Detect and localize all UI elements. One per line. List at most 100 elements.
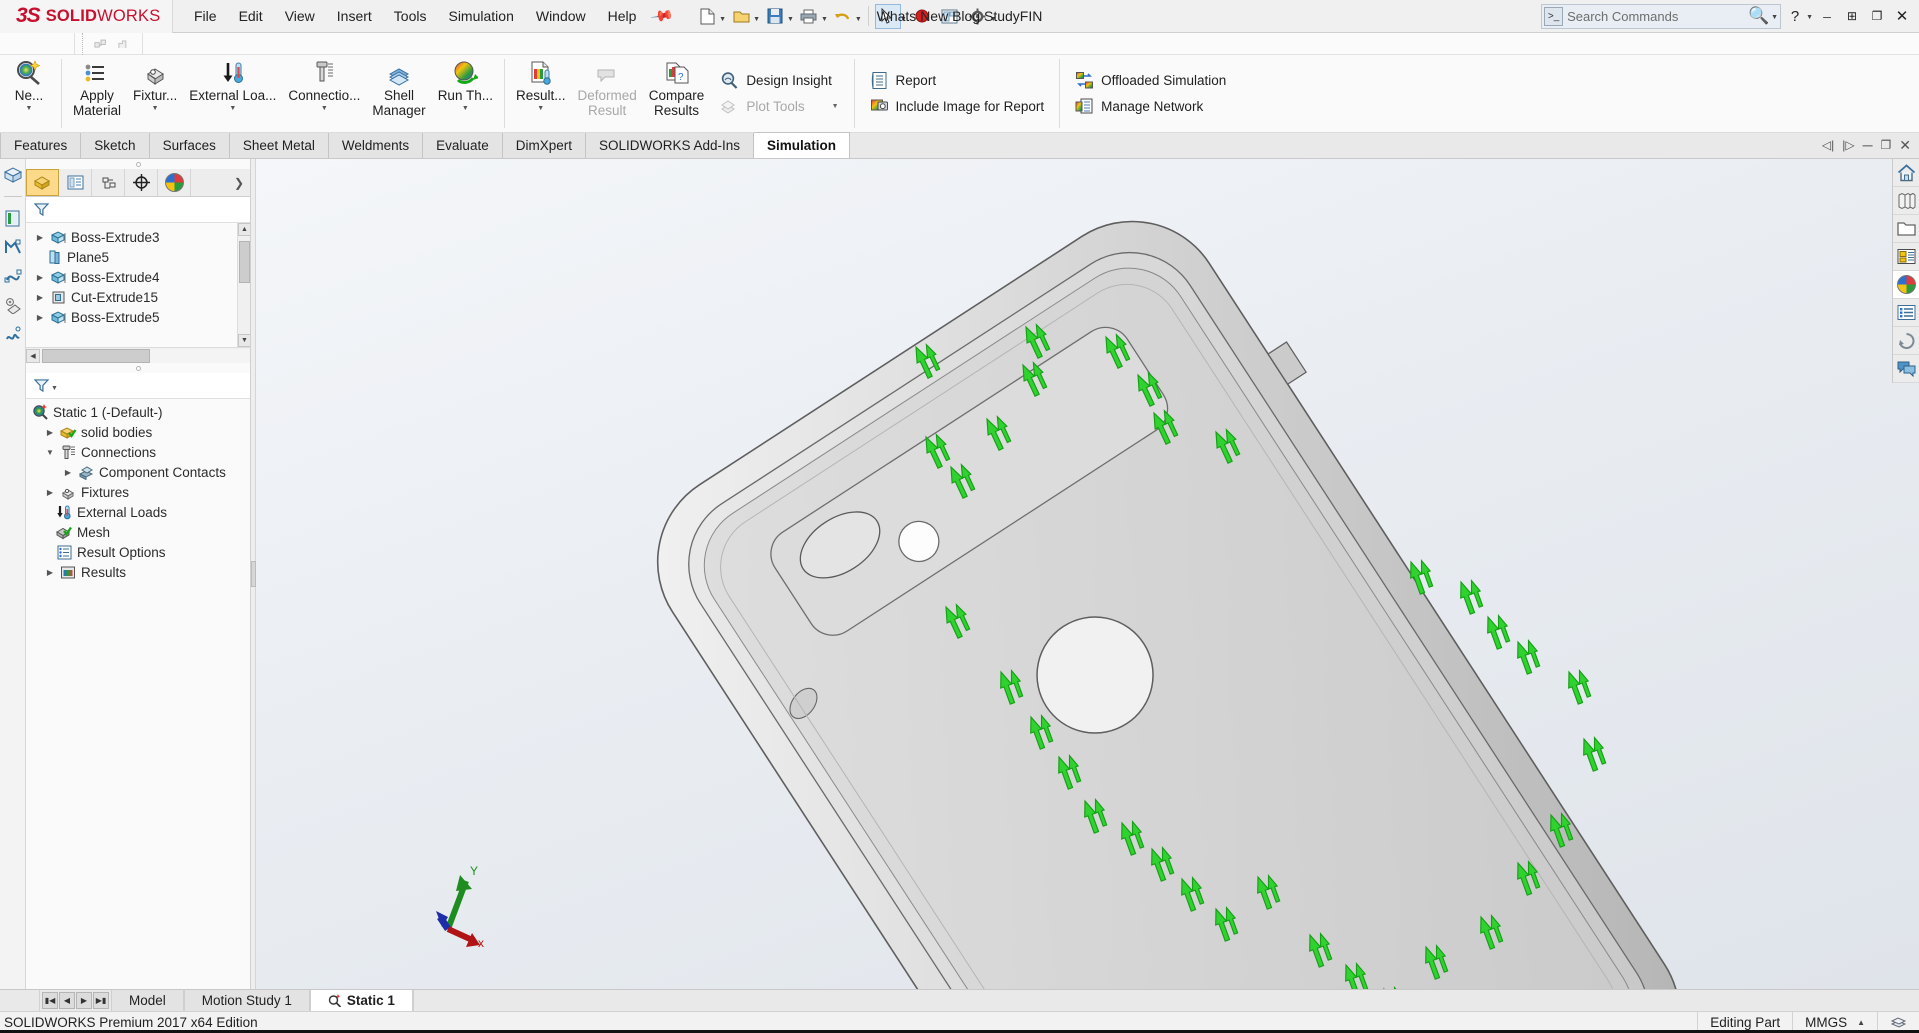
expand-arrow-icon[interactable]: ▶ [62,468,74,477]
graphics-area[interactable]: ▼ ▼ ▼ ▼ ▼ [256,159,1919,989]
results-advisor-caret[interactable]: ▼ [537,105,544,112]
fixtures-caret[interactable]: ▼ [152,105,159,112]
tree-item-component-contacts[interactable]: ▶ Component Contacts [26,462,250,482]
run-this-study-button[interactable]: Run Th... ▼ [432,55,499,132]
bottom-tab-motion-study-1[interactable]: Motion Study 1 [184,990,310,1011]
scroll-down-icon[interactable]: ▼ [238,334,250,347]
appearances-tab[interactable] [158,169,191,196]
tree-item-fixtures[interactable]: ▶ Fixtures [26,482,250,502]
undo-icon[interactable] [830,4,856,29]
shell-manager-button[interactable]: Shell Manager [366,55,431,132]
scroll-up-icon[interactable]: ▲ [238,223,250,236]
close-button[interactable]: ✕ [1891,4,1913,29]
open-document-icon[interactable] [728,4,754,29]
units-caret-icon[interactable]: ▲ [1857,1018,1865,1027]
simulation-manager-icon[interactable] [3,325,23,344]
external-loads-caret[interactable]: ▼ [229,105,236,112]
bottom-tab-static-1[interactable]: Static 1 [310,990,413,1011]
mesh-control-icon[interactable] [94,38,108,50]
scroll-thumb[interactable] [239,241,250,283]
maximize-button[interactable]: ❐ [1866,4,1888,29]
file-properties-icon[interactable] [937,4,963,29]
apply-material-button[interactable]: Apply Material [67,55,127,132]
maximize-window-icon[interactable]: ❐ [1881,138,1892,152]
search-icon[interactable]: 🔍 [1748,6,1769,26]
expand-arrow-icon[interactable]: ▶ [44,428,56,437]
tab-dimxpert[interactable]: DimXpert [503,133,586,158]
help-button[interactable]: ? [1784,4,1806,29]
expand-arrow-icon[interactable]: ▶ [34,313,46,322]
options-icon[interactable] [965,4,991,29]
tab-simulation[interactable]: Simulation [754,132,850,158]
menu-item-file[interactable]: File [183,3,228,29]
new-document-icon[interactable] [694,4,720,29]
offloaded-simulation-button[interactable]: Offloaded Simulation [1071,69,1230,92]
print-caret[interactable]: ▼ [821,16,828,23]
configuration-manager-tab[interactable] [92,169,125,196]
expand-arrow-icon[interactable]: ▶ [34,293,46,302]
run-this-study-caret[interactable]: ▼ [462,105,469,112]
menu-item-view[interactable]: View [274,3,326,29]
new-study-caret[interactable]: ▼ [26,105,33,112]
manage-network-button[interactable]: Manage Network [1071,95,1230,118]
external-loads-button[interactable]: External Loa... ▼ [183,55,282,132]
new-document-caret[interactable]: ▼ [719,16,726,23]
pushpin-icon[interactable]: 📌 [650,3,676,28]
expand-arrow-icon[interactable]: ▶ [34,233,46,242]
new-study-button[interactable]: Ne... ▼ [2,55,56,132]
phone-case-model[interactable] [426,159,1919,989]
stepped-plot-icon[interactable] [118,38,132,50]
print-icon[interactable] [796,4,822,29]
restore-button[interactable]: ⊞ [1841,4,1863,29]
expand-arrow-icon[interactable]: ▶ [34,273,46,282]
feature-manager-tab[interactable] [26,169,59,196]
toolbar-grip[interactable] [75,33,83,55]
feature-tree-scrollbar[interactable]: ▲ ▼ [237,223,250,347]
study-filter-bar[interactable]: ▼ [26,373,250,399]
menu-item-simulation[interactable]: Simulation [437,3,524,29]
tree-item-solid-bodies[interactable]: ▶ solid bodies [26,422,250,442]
save-caret[interactable]: ▼ [787,16,794,23]
tree-item-boss-extrude5[interactable]: ▶ Boss-Extrude5 [26,307,250,327]
search-input[interactable] [1567,9,1744,24]
tab-surfaces[interactable]: Surfaces [150,133,230,158]
collapse-icon[interactable]: ◁| [1822,138,1834,152]
undo-caret[interactable]: ▼ [855,16,862,23]
report-button[interactable]: Report [866,69,1049,92]
previous-icon[interactable]: ◀ [59,992,75,1009]
open-document-caret[interactable]: ▼ [753,16,760,23]
tree-item-result-options[interactable]: Result Options [26,542,250,562]
results-advisor-button[interactable]: Result... ▼ [510,55,572,132]
menu-item-insert[interactable]: Insert [326,3,383,29]
search-caret[interactable]: ▼ [1771,14,1778,21]
tree-item-boss-extrude4[interactable]: ▶ Boss-Extrude4 [26,267,250,287]
next-icon[interactable]: ▶ [76,992,92,1009]
custom-properties-icon[interactable] [1893,299,1919,327]
close-window-icon[interactable]: ✕ [1899,137,1911,154]
save-icon[interactable] [762,4,788,29]
view-palette-icon[interactable] [1893,243,1919,271]
panel-grip-middle[interactable] [26,363,250,373]
scroll-left-icon[interactable]: ◀ [26,349,40,363]
minimize-window-icon[interactable]: ─ [1863,137,1873,153]
display-manager-icon[interactable] [3,296,23,315]
connections-caret[interactable]: ▼ [321,105,328,112]
menu-item-help[interactable]: Help [597,3,648,29]
bottom-tab-model[interactable]: Model [111,990,184,1011]
tree-item-external-loads[interactable]: External Loads [26,502,250,522]
tree-item-plane5[interactable]: Plane5 [26,247,250,267]
select-caret[interactable]: ▼ [900,16,907,23]
feature-filter-bar[interactable] [26,197,250,223]
menu-item-edit[interactable]: Edit [228,3,274,29]
tree-item-static-1[interactable]: Static 1 (-Default-) [26,402,250,422]
collapse-arrow-icon[interactable]: ▼ [44,448,56,457]
rebuild-icon[interactable] [909,4,935,29]
panel-grip-top[interactable] [26,159,250,169]
tree-item-boss-extrude3[interactable]: ▶ Boss-Extrude3 [26,227,250,247]
expand-arrow-icon[interactable]: ▶ [44,488,56,497]
3dcontentcentral-icon[interactable] [1893,327,1919,355]
dimxpert-manager-tab[interactable] [125,169,158,196]
design-insight-button[interactable]: Design Insight [716,69,842,92]
property-manager-icon[interactable] [3,209,23,228]
configuration-manager-icon[interactable] [3,238,23,257]
